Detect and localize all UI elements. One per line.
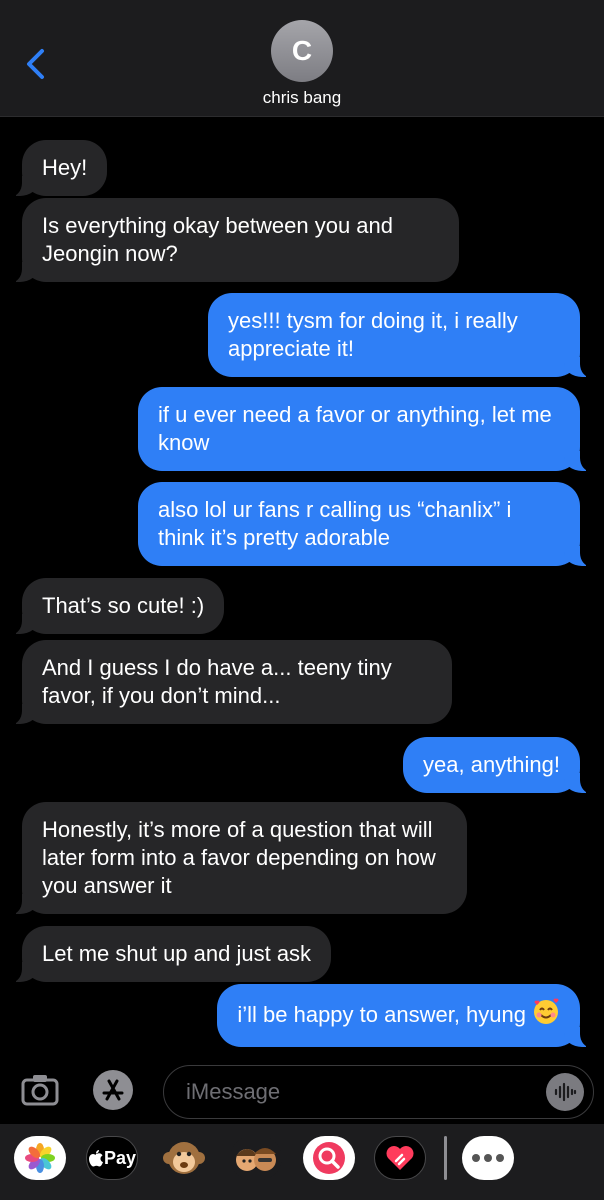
animoji-button[interactable] [158, 1136, 210, 1180]
app-store-icon [102, 1079, 124, 1101]
outgoing-message[interactable]: also lol ur fans r calling us “chanlix” … [138, 482, 592, 567]
incoming-message[interactable]: Hey! [9, 140, 108, 197]
imessage-input[interactable]: iMessage [163, 1065, 594, 1119]
camera-button[interactable] [20, 1071, 60, 1107]
apple-pay-button[interactable]: Pay [86, 1136, 138, 1180]
audio-message-button[interactable] [546, 1073, 584, 1111]
animoji-monkey-icon [163, 1142, 205, 1174]
message-composer: iMessage [0, 1056, 604, 1124]
digital-touch-icon [386, 1146, 414, 1170]
incoming-message[interactable]: And I guess I do have a... teeny tiny fa… [10, 640, 452, 725]
back-button[interactable] [22, 46, 52, 82]
outgoing-message[interactable]: if u ever need a favor or anything, let … [138, 387, 592, 472]
image-search-button[interactable] [303, 1136, 355, 1180]
app-drawer: Pay [0, 1124, 604, 1200]
incoming-message[interactable]: Honestly, it’s more of a question that w… [10, 802, 467, 915]
app-store-button[interactable] [93, 1070, 133, 1110]
photos-app-button[interactable] [14, 1136, 66, 1180]
contact-avatar[interactable]: C [271, 20, 333, 82]
chevron-left-icon [27, 49, 44, 79]
incoming-message[interactable]: Is everything okay between you and Jeong… [10, 198, 459, 283]
memoji-stickers-icon [236, 1148, 276, 1171]
apple-pay-icon: Pay [88, 1148, 136, 1169]
more-apps-button[interactable] [462, 1136, 514, 1180]
memoji-stickers-button[interactable] [230, 1136, 282, 1180]
incoming-message[interactable]: That’s so cute! :) [9, 578, 225, 635]
digital-touch-button[interactable] [374, 1136, 426, 1180]
more-apps-icon [472, 1154, 504, 1162]
outgoing-message[interactable]: i’ll be happy to answer, hyung [217, 984, 592, 1048]
drawer-divider [444, 1136, 447, 1180]
image-search-icon [313, 1142, 345, 1174]
outgoing-message[interactable]: yea, anything! [403, 737, 592, 794]
message-thread: Hey! Is everything okay between you and … [0, 116, 604, 1056]
photos-icon [25, 1143, 55, 1173]
outgoing-message[interactable]: yes!!! tysm for doing it, i really appre… [208, 293, 592, 378]
camera-icon [21, 1075, 59, 1106]
waveform-icon [554, 1082, 577, 1102]
incoming-message[interactable]: Let me shut up and just ask [9, 926, 332, 983]
smiling-face-with-hearts-icon [532, 998, 560, 1033]
contact-name[interactable]: chris bang [0, 88, 604, 108]
conversation-header: C chris bang [0, 0, 604, 117]
